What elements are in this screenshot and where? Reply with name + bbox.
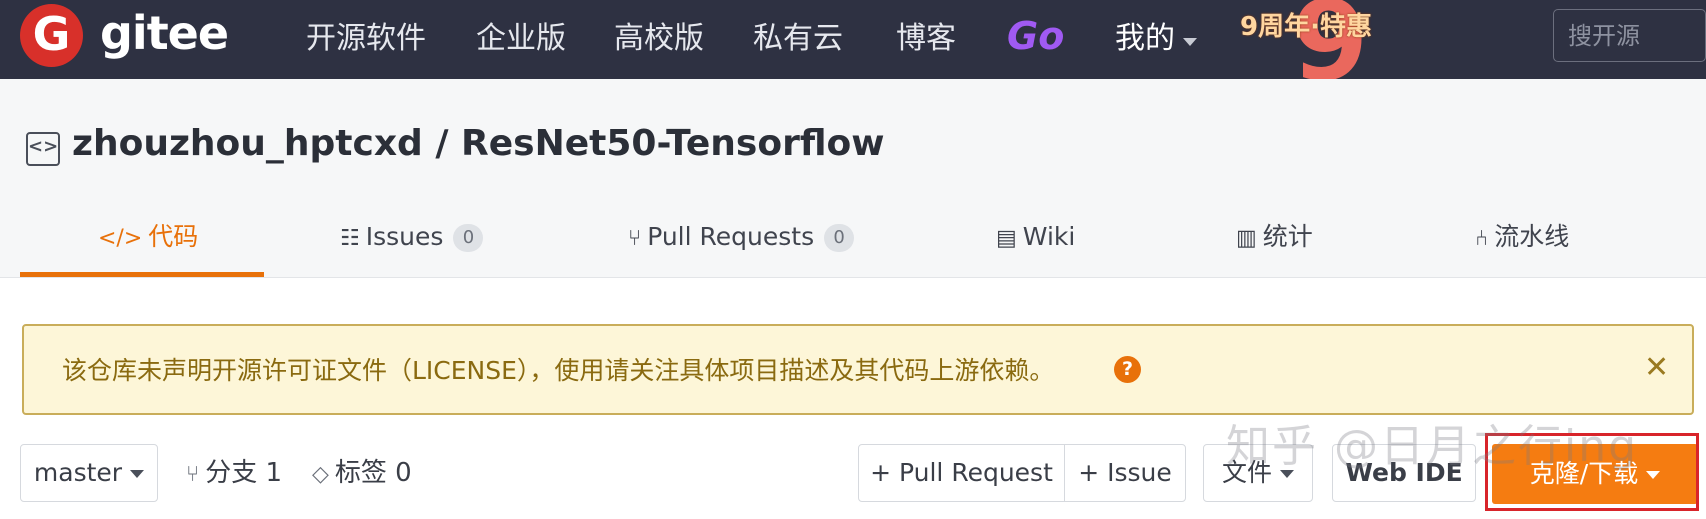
tab-issues-label: Issues bbox=[365, 222, 444, 251]
tags-link[interactable]: ◇ 标签 0 bbox=[312, 456, 412, 492]
tab-code[interactable]: </> 代码 bbox=[98, 217, 198, 257]
create-button-group: + Pull Request + Issue bbox=[858, 444, 1186, 502]
nav-item-go[interactable]: Go bbox=[1007, 14, 1064, 58]
nav-item-open-source[interactable]: 开源软件 bbox=[306, 20, 426, 58]
branch-icon: ⑂ bbox=[186, 462, 200, 487]
tab-stats-label: 统计 bbox=[1262, 222, 1313, 251]
nav-item-education[interactable]: 高校版 bbox=[614, 20, 704, 58]
promo-text: 9周年·特惠 bbox=[1240, 12, 1372, 42]
tab-pipeline-label: 流水线 bbox=[1494, 222, 1570, 251]
pull-request-icon: ⑂ bbox=[628, 226, 642, 251]
repo-title[interactable]: zhouzhou_hptcxd / ResNet50-Tensorflow bbox=[72, 123, 885, 164]
repository-icon: <> bbox=[26, 132, 60, 166]
top-navbar: G gitee 开源软件 企业版 高校版 私有云 博客 Go 我的 9 9周年·… bbox=[0, 0, 1706, 79]
new-pull-request-button[interactable]: + Pull Request bbox=[859, 445, 1064, 501]
close-icon[interactable]: ✕ bbox=[1644, 350, 1669, 385]
tab-pull-requests-label: Pull Requests bbox=[647, 222, 815, 251]
branch-select[interactable]: master bbox=[20, 444, 158, 502]
tab-code-label: 代码 bbox=[148, 222, 199, 251]
chevron-down-icon bbox=[130, 470, 145, 478]
tab-pull-requests[interactable]: ⑂ Pull Requests 0 bbox=[628, 217, 855, 257]
gitee-logo-icon[interactable]: G bbox=[20, 4, 83, 67]
tab-wiki[interactable]: ▤ Wiki bbox=[996, 217, 1075, 257]
nav-item-private-cloud[interactable]: 私有云 bbox=[753, 20, 843, 58]
bar-chart-icon: ▥ bbox=[1236, 226, 1257, 251]
nav-item-blog[interactable]: 博客 bbox=[896, 20, 956, 58]
license-warning-notice: 该仓库未声明开源许可证文件（LICENSE），使用请关注具体项目描述及其代码上游… bbox=[22, 324, 1694, 415]
tag-icon: ◇ bbox=[312, 462, 329, 487]
chevron-down-icon[interactable] bbox=[1183, 38, 1197, 46]
repository-icon-glyph: <> bbox=[28, 136, 59, 157]
branch-select-value: master bbox=[33, 458, 123, 487]
brand-name[interactable]: gitee bbox=[100, 6, 229, 60]
branches-link[interactable]: ⑂ 分支 1 bbox=[186, 456, 282, 492]
new-issue-button[interactable]: + Issue bbox=[1065, 445, 1185, 501]
search-input[interactable] bbox=[1568, 20, 1698, 52]
tab-stats[interactable]: ▥ 统计 bbox=[1236, 217, 1313, 257]
issues-count-badge: 0 bbox=[453, 224, 484, 252]
tab-pipeline[interactable]: ⑃ 流水线 bbox=[1475, 217, 1569, 257]
anniversary-promo-banner[interactable]: 9 9周年·特惠 bbox=[1240, 0, 1400, 79]
repo-header: <> zhouzhou_hptcxd / ResNet50-Tensorflow… bbox=[0, 79, 1706, 278]
logo-letter: G bbox=[32, 7, 71, 61]
tags-label: 标签 0 bbox=[334, 458, 412, 488]
branches-label: 分支 1 bbox=[205, 458, 283, 488]
code-icon: </> bbox=[98, 226, 143, 251]
nav-item-mine[interactable]: 我的 bbox=[1115, 20, 1175, 58]
help-icon[interactable]: ? bbox=[1114, 356, 1141, 383]
tab-issues[interactable]: ☷ Issues 0 bbox=[340, 217, 484, 257]
tab-wiki-label: Wiki bbox=[1022, 222, 1076, 251]
watermark: 知乎 @日月之行ing bbox=[1226, 421, 1639, 472]
book-icon: ▤ bbox=[996, 226, 1017, 251]
nav-item-enterprise[interactable]: 企业版 bbox=[476, 20, 566, 58]
license-warning-text: 该仓库未声明开源许可证文件（LICENSE），使用请关注具体项目描述及其代码上游… bbox=[62, 356, 1055, 385]
search-box[interactable] bbox=[1553, 9, 1706, 62]
issues-icon: ☷ bbox=[340, 226, 360, 251]
active-tab-indicator bbox=[20, 272, 264, 277]
pipeline-icon: ⑃ bbox=[1475, 226, 1489, 251]
pull-requests-count-badge: 0 bbox=[824, 224, 855, 252]
